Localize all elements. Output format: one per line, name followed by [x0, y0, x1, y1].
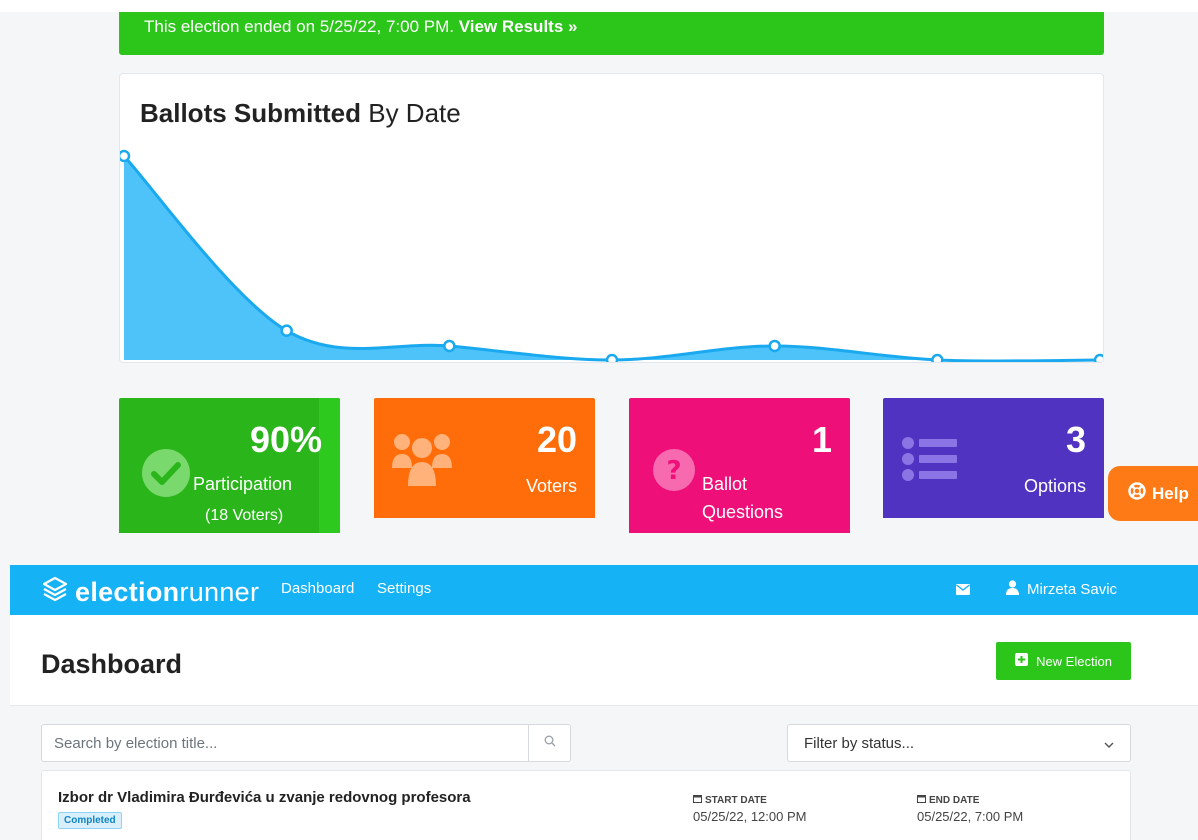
chart-title: Ballots Submitted By Date: [140, 98, 461, 129]
participation-card[interactable]: 90% Participation (18 Voters): [119, 398, 340, 533]
user-icon: [1006, 580, 1019, 599]
dashboard-panel: electionrunner Dashboard Settings Mirzet…: [0, 533, 1198, 840]
ballot-questions-card[interactable]: 1 ? Ballot Questions: [629, 398, 850, 533]
brand-rest: runner: [179, 576, 260, 607]
card-strip: [319, 398, 340, 533]
search-input[interactable]: [41, 724, 528, 762]
alert-text: This election ended on 5/25/22, 7:00 PM.: [144, 17, 454, 36]
chart-title-rest: By Date: [361, 98, 461, 128]
options-card[interactable]: 3 Options: [883, 398, 1104, 518]
calendar-icon: [693, 794, 702, 806]
question-circle-icon: ?: [652, 448, 696, 497]
end-date-column: END DATE 05/25/22, 7:00 PM: [917, 794, 1023, 824]
lifebuoy-icon: [1128, 482, 1146, 505]
participation-value: 90%: [249, 419, 322, 460]
start-date-value: 05/25/22, 12:00 PM: [693, 809, 807, 824]
status-filter-value: Filter by status...: [804, 734, 915, 752]
chart-point-3[interactable]: [605, 353, 619, 363]
voters-value: 20: [536, 419, 577, 460]
start-date-column: START DATE 05/25/22, 12:00 PM: [693, 794, 806, 824]
options-label: Options: [1023, 476, 1086, 496]
chart-point-2[interactable]: [443, 339, 456, 353]
chevron-down-icon: [1104, 735, 1114, 752]
calendar-icon: [917, 794, 926, 806]
user-menu[interactable]: Mirzeta Savic: [1006, 580, 1117, 599]
new-election-label: New Election: [1036, 653, 1112, 669]
nav-settings[interactable]: Settings: [377, 580, 431, 597]
user-name: Mirzeta Savic: [1027, 581, 1118, 598]
chart-point-5[interactable]: [931, 353, 944, 363]
page-title: Dashboard: [41, 649, 183, 679]
users-group-icon: [390, 428, 454, 493]
chart-point-1[interactable]: [280, 324, 293, 337]
layers-logo-icon: [41, 575, 69, 608]
participation-label: Participation: [193, 474, 293, 494]
dashboard-header: Dashboard New Election: [10, 615, 1198, 706]
help-label: Help: [1152, 483, 1189, 503]
questions-label-line1: Ballot: [702, 474, 748, 494]
election-list-item[interactable]: Izbor dr Vladimira Đurđevića u zvanje re…: [41, 770, 1131, 840]
brand-logo[interactable]: electionrunner: [41, 575, 259, 608]
chart-title-bold: Ballots Submitted: [140, 98, 362, 128]
list-icon: [901, 436, 959, 487]
questions-value: 1: [811, 419, 832, 460]
election-ended-alert: This election ended on 5/25/22, 7:00 PM.…: [119, 12, 1104, 55]
status-filter-select[interactable]: Filter by status...: [787, 724, 1131, 762]
brand-name: electionrunner: [75, 577, 259, 607]
search-group: [41, 724, 571, 762]
chart-point-6[interactable]: [1093, 353, 1104, 363]
help-button[interactable]: Help: [1108, 466, 1198, 521]
nav-dashboard[interactable]: Dashboard: [281, 580, 354, 597]
search-icon: [544, 734, 556, 752]
end-date-label: END DATE: [929, 794, 980, 806]
search-button[interactable]: [528, 724, 571, 762]
mail-icon[interactable]: [956, 582, 970, 600]
questions-label-line2: Questions: [702, 502, 784, 522]
voters-label: Voters: [525, 476, 577, 496]
start-date-label: START DATE: [705, 794, 767, 806]
options-value: 3: [1065, 419, 1086, 460]
participation-sub: (18 Voters): [205, 507, 284, 524]
check-circle-icon: [141, 448, 191, 503]
plus-square-icon: [1015, 653, 1029, 669]
status-badge: Completed: [58, 812, 122, 829]
voters-card[interactable]: 20 Voters: [374, 398, 595, 518]
brand-bold: election: [75, 576, 180, 607]
chart-point-4[interactable]: [768, 339, 781, 353]
new-election-button[interactable]: New Election: [996, 642, 1131, 680]
svg-text:?: ?: [666, 456, 681, 486]
ballots-chart-card: Ballots Submitted By Date: [119, 73, 1104, 363]
end-date-value: 05/25/22, 7:00 PM: [917, 809, 1024, 824]
view-results-link[interactable]: View Results »: [459, 17, 578, 36]
top-navbar: electionrunner Dashboard Settings Mirzet…: [10, 565, 1198, 615]
election-title: Izbor dr Vladimira Đurđevića u zvanje re…: [58, 789, 471, 806]
chart-area-fill: [124, 156, 1100, 362]
chart-point-0[interactable]: [120, 149, 131, 163]
election-summary-panel: This election ended on 5/25/22, 7:00 PM.…: [0, 0, 1198, 533]
